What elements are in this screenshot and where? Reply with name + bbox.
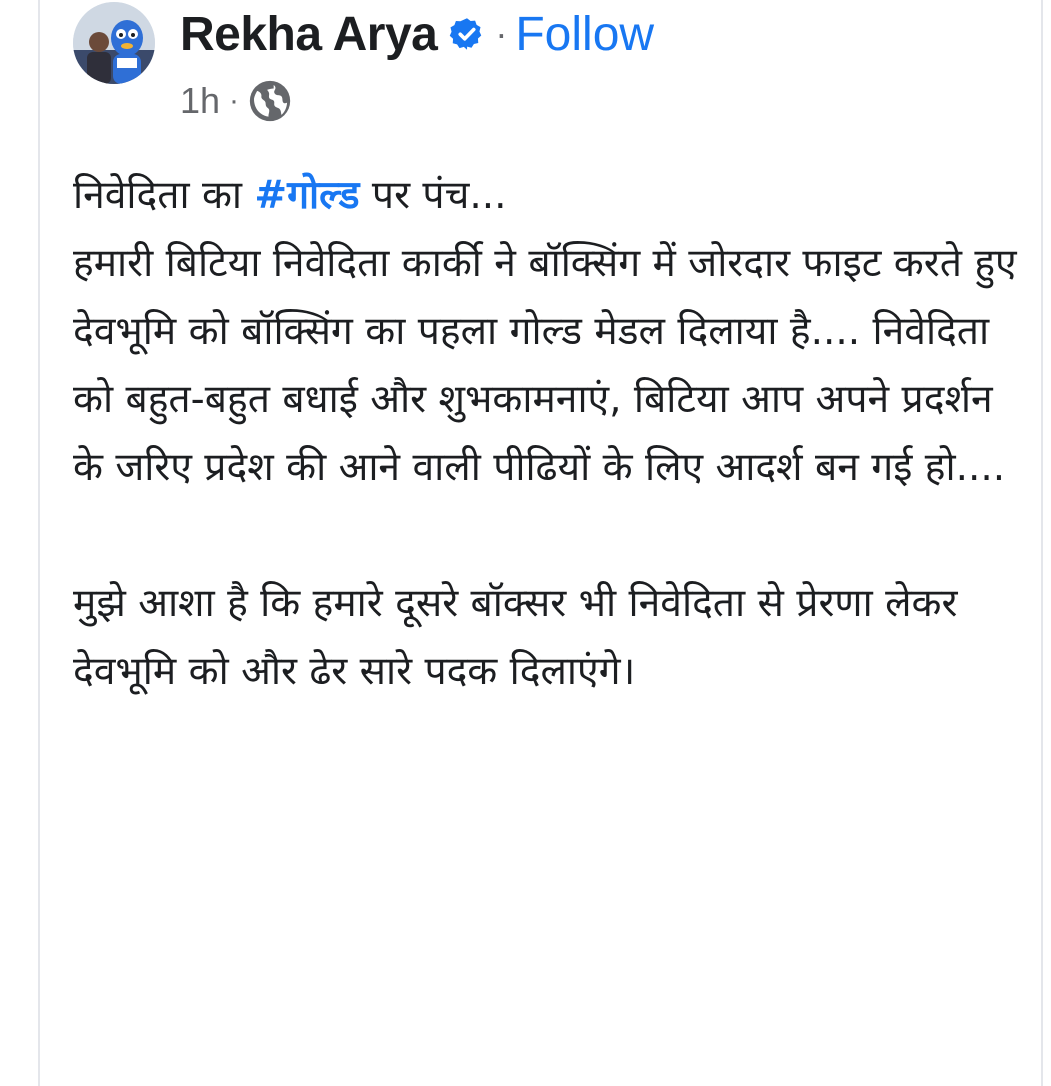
follow-button[interactable]: Follow xyxy=(515,7,654,62)
headline-suffix: पर पंच... xyxy=(359,173,507,218)
headline-prefix: निवेदिता का xyxy=(73,173,255,218)
post-paragraph-2: मुझे आशा है कि हमारे दूसरे बॉक्सर भी निव… xyxy=(73,581,958,694)
globe-icon[interactable] xyxy=(248,79,292,123)
profile-photo-icon xyxy=(73,2,155,84)
avatar[interactable] xyxy=(73,2,155,84)
meta-separator-dot: · xyxy=(229,84,240,117)
author-name[interactable]: Rekha Arya xyxy=(180,7,438,62)
post-body: निवेदिता का #गोल्ड पर पंच... हमारी बिटिय… xyxy=(73,162,1023,706)
post-paragraph-1: हमारी बिटिया निवेदिता कार्की ने बॉक्सिंग… xyxy=(73,241,1017,490)
verified-badge-icon xyxy=(449,16,485,52)
post-timestamp[interactable]: 1h xyxy=(180,80,220,122)
post-meta: 1h · xyxy=(180,76,292,126)
separator-dot: · xyxy=(495,13,508,54)
post-headline: निवेदिता का #गोल्ड पर पंच... xyxy=(73,162,1023,230)
hashtag-link[interactable]: #गोल्ड xyxy=(254,173,359,218)
post-header: Rekha Arya · Follow xyxy=(180,4,654,64)
